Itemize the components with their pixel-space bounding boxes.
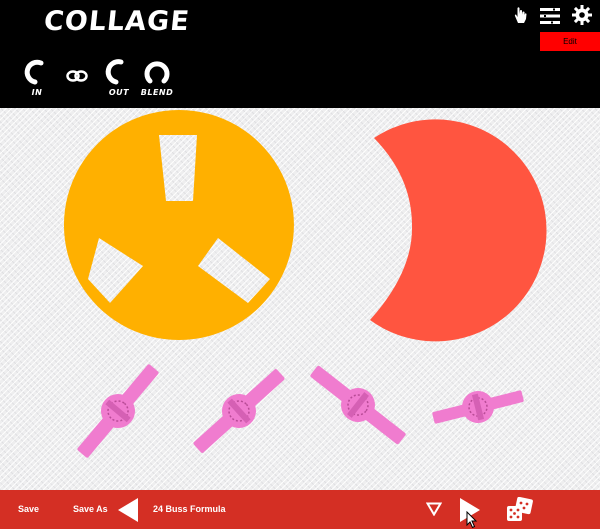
blend-knob-label: BLEND [140,88,174,97]
out-knob-label: OUT [108,88,130,97]
gear-icon[interactable] [572,5,592,25]
hand-pointer-icon[interactable] [510,5,530,25]
app-logo: COLLAGE [42,6,192,37]
edit-button[interactable]: Edit [540,32,600,51]
header-bar: COLLAGE Edit IN OUT BLEND [0,0,600,108]
pink-slider-4[interactable] [429,380,526,433]
blend-knob[interactable] [142,58,172,88]
crescent-moon-shape[interactable] [370,119,547,342]
preset-dropdown-icon[interactable] [426,502,442,516]
pink-slider-3[interactable] [303,357,412,453]
out-knob[interactable] [104,58,134,88]
previous-preset-icon[interactable] [118,498,140,522]
link-icon[interactable] [66,68,88,84]
footer-bar: Save Save As 24 Buss Formula [0,490,600,529]
in-knob[interactable] [22,58,52,88]
save-button[interactable]: Save [18,504,39,514]
sliders-menu-icon[interactable] [540,6,560,26]
pink-slider-1[interactable] [69,357,167,465]
collage-canvas [0,108,600,490]
tape-reel-shape[interactable] [63,110,294,340]
preset-name: 24 Buss Formula [153,504,226,514]
dice-randomize-icon[interactable] [506,497,534,523]
mouse-cursor-icon [466,511,478,529]
in-knob-label: IN [31,88,43,97]
pink-slider-2[interactable] [186,361,292,461]
save-as-button[interactable]: Save As [73,504,108,514]
